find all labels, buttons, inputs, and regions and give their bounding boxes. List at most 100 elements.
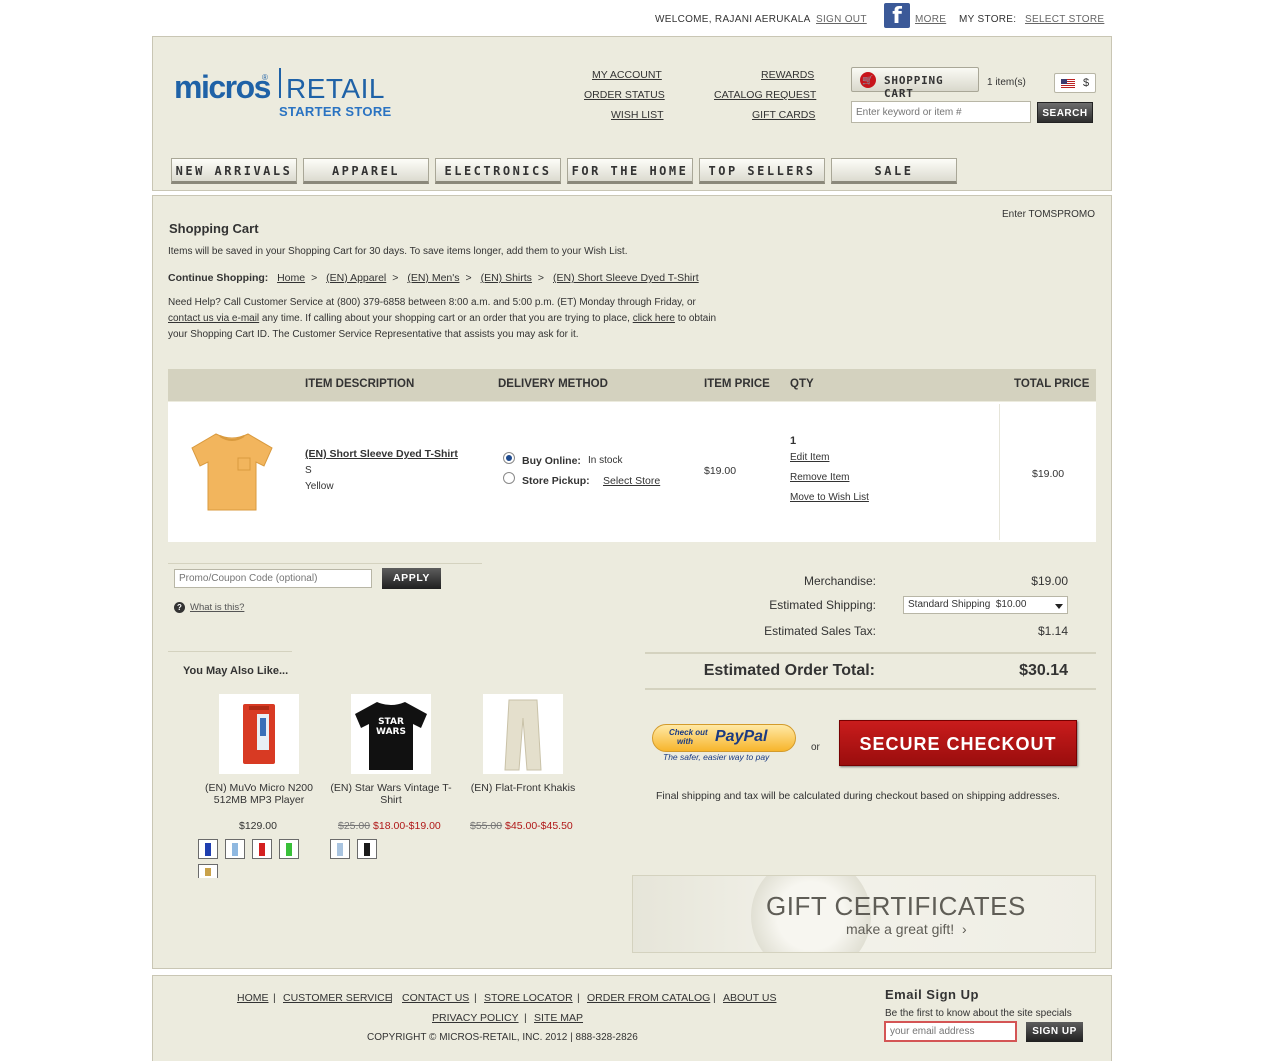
footer-link-contact-us[interactable]: CONTACT US <box>402 992 469 1004</box>
nav-tab-top-sellers[interactable]: TOP SELLERS <box>699 158 825 184</box>
breadcrumb-shirts[interactable]: (EN) Shirts <box>481 272 532 284</box>
select-store-link[interactable]: SELECT STORE <box>1025 14 1104 25</box>
email-signup-input[interactable] <box>884 1021 1017 1042</box>
product-image-mp3-player[interactable] <box>219 694 299 774</box>
product-price-star-wars-shirt: $25.00 $18.00-$19.00 <box>338 820 441 832</box>
delivery-online-label: Buy Online: <box>522 455 581 467</box>
promo-code-input[interactable] <box>174 569 372 588</box>
footer-link-site-map[interactable]: SITE MAP <box>534 1012 583 1024</box>
catalog-request-link[interactable]: CATALOG REQUEST <box>714 89 816 101</box>
pickup-select-store-link[interactable]: Select Store <box>603 475 660 487</box>
product-name-khakis[interactable]: (EN) Flat-Front Khakis <box>458 782 588 794</box>
shopping-cart-button[interactable]: 🛒 SHOPPING CART <box>851 67 979 100</box>
what-is-this-link[interactable]: What is this? <box>190 602 244 613</box>
tax-label: Estimated Sales Tax: <box>764 624 876 638</box>
delivery-pickup-radio[interactable] <box>503 472 515 484</box>
gift-cards-link[interactable]: GIFT CARDS <box>752 109 815 121</box>
footer-link-privacy-policy[interactable]: PRIVACY POLICY <box>432 1012 519 1024</box>
delivery-online-radio[interactable] <box>503 452 515 464</box>
facebook-icon[interactable]: f <box>884 3 910 29</box>
wish-list-link[interactable]: WISH LIST <box>611 109 664 121</box>
mp3-player-image <box>243 704 275 764</box>
cart-item-count: 1 item(s) <box>987 77 1026 88</box>
click-here-link[interactable]: click here <box>633 313 675 324</box>
color-swatch[interactable] <box>330 839 350 859</box>
logo-divider <box>279 68 281 98</box>
move-to-wishlist-link[interactable]: Move to Wish List <box>790 492 869 503</box>
search-input[interactable] <box>851 101 1031 123</box>
nav-tab-sale[interactable]: SALE <box>831 158 957 184</box>
apply-promo-button[interactable]: APPLY <box>382 568 441 589</box>
final-shipping-note: Final shipping and tax will be calculate… <box>656 790 1060 802</box>
paypal-checkout-button[interactable]: Check out with PayPal <box>652 724 796 752</box>
nav-tab-new-arrivals[interactable]: NEW ARRIVALS <box>171 158 297 184</box>
gift-certificates-banner[interactable]: GIFT CERTIFICATES make a great gift! › <box>632 875 1096 953</box>
swatch-color <box>232 843 238 856</box>
help-line1: Need Help? Call Customer Service at (800… <box>168 297 696 308</box>
col-delivery-method: DELIVERY METHOD <box>498 378 608 390</box>
item-size: S <box>305 465 312 476</box>
paypal-checkout-label: Check out <box>669 728 708 737</box>
continue-shopping-label: Continue Shopping: <box>168 272 269 284</box>
order-status-link[interactable]: ORDER STATUS <box>584 89 665 101</box>
svg-text:STAR: STAR <box>378 717 404 727</box>
remove-item-link[interactable]: Remove Item <box>790 472 849 483</box>
product-image-star-wars-shirt[interactable]: STAR WARS <box>351 694 431 774</box>
footer-sep: | <box>474 992 477 1004</box>
search-button[interactable]: SEARCH <box>1037 102 1093 123</box>
khakis-image <box>504 699 542 771</box>
rewards-link[interactable]: REWARDS <box>761 69 814 81</box>
currency-selector[interactable]: $ <box>1054 73 1096 93</box>
breadcrumb-sep: > <box>537 272 545 284</box>
breadcrumb-home[interactable]: Home <box>277 272 305 284</box>
help-line4: your Shopping Cart ID. The Customer Serv… <box>168 329 579 340</box>
swatch-color <box>205 868 211 876</box>
page-title: Shopping Cart <box>169 221 259 236</box>
more-link[interactable]: MORE <box>915 14 946 25</box>
sign-out-link[interactable]: SIGN OUT <box>816 14 867 25</box>
color-swatch[interactable] <box>252 839 272 859</box>
footer-link-store-locator[interactable]: STORE LOCATOR <box>484 992 573 1004</box>
logo-micros[interactable]: micros <box>174 68 271 106</box>
color-swatch[interactable] <box>357 839 377 859</box>
color-swatch[interactable] <box>198 839 218 859</box>
currency-symbol: $ <box>1083 77 1090 89</box>
item-color: Yellow <box>305 481 334 492</box>
gift-subtitle-text: make a great gift! <box>846 921 955 937</box>
contact-email-link[interactable]: contact us via e-mail <box>168 313 259 324</box>
help-question-icon[interactable]: ? <box>174 602 185 613</box>
nav-tab-electronics[interactable]: ELECTRONICS <box>435 158 561 184</box>
footer-link-customer-service[interactable]: CUSTOMER SERVICE <box>283 992 392 1004</box>
breadcrumb-mens[interactable]: (EN) Men's <box>407 272 459 284</box>
shipping-method-select[interactable]: Standard Shipping $10.00 <box>903 596 1068 614</box>
product-name-mp3-player[interactable]: (EN) MuVo Micro N200 512MB MP3 Player <box>194 782 324 806</box>
secure-checkout-button[interactable]: SECURE CHECKOUT <box>839 720 1077 766</box>
nav-tab-apparel[interactable]: APPAREL <box>303 158 429 184</box>
footer-link-home[interactable]: HOME <box>237 992 269 1004</box>
col-total-price: TOTAL PRICE <box>1014 378 1090 390</box>
tshirt-product-image[interactable] <box>188 428 276 514</box>
footer-sep: | <box>390 992 393 1004</box>
color-swatch[interactable] <box>225 839 245 859</box>
breadcrumb-sep: > <box>311 272 318 284</box>
product-image-khakis[interactable] <box>483 694 563 774</box>
swatch-color <box>205 843 211 856</box>
order-total-value: $30.14 <box>1019 662 1068 679</box>
breadcrumb-apparel[interactable]: (EN) Apparel <box>326 272 386 284</box>
sign-up-button[interactable]: SIGN UP <box>1026 1022 1083 1042</box>
edit-item-link[interactable]: Edit Item <box>790 452 829 463</box>
item-name-link[interactable]: (EN) Short Sleeve Dyed T-Shirt <box>305 448 458 460</box>
col-item-description: ITEM DESCRIPTION <box>305 378 415 390</box>
footer-link-about-us[interactable]: ABOUT US <box>723 992 776 1004</box>
star-wars-shirt-image: STAR WARS <box>355 702 427 770</box>
logo-retail[interactable]: RETAIL <box>286 72 385 106</box>
footer-link-order-from-catalog[interactable]: ORDER FROM CATALOG <box>587 992 710 1004</box>
breadcrumb-current[interactable]: (EN) Short Sleeve Dyed T-Shirt <box>553 272 699 284</box>
nav-tab-for-the-home[interactable]: FOR THE HOME <box>567 158 693 184</box>
color-swatch[interactable] <box>198 864 218 878</box>
product-name-star-wars-shirt[interactable]: (EN) Star Wars Vintage T-Shirt <box>326 782 456 806</box>
footer-sep: | <box>273 992 276 1004</box>
color-swatch[interactable] <box>279 839 299 859</box>
paypal-logo: PayPal <box>715 728 768 745</box>
my-account-link[interactable]: MY ACCOUNT <box>592 69 662 81</box>
